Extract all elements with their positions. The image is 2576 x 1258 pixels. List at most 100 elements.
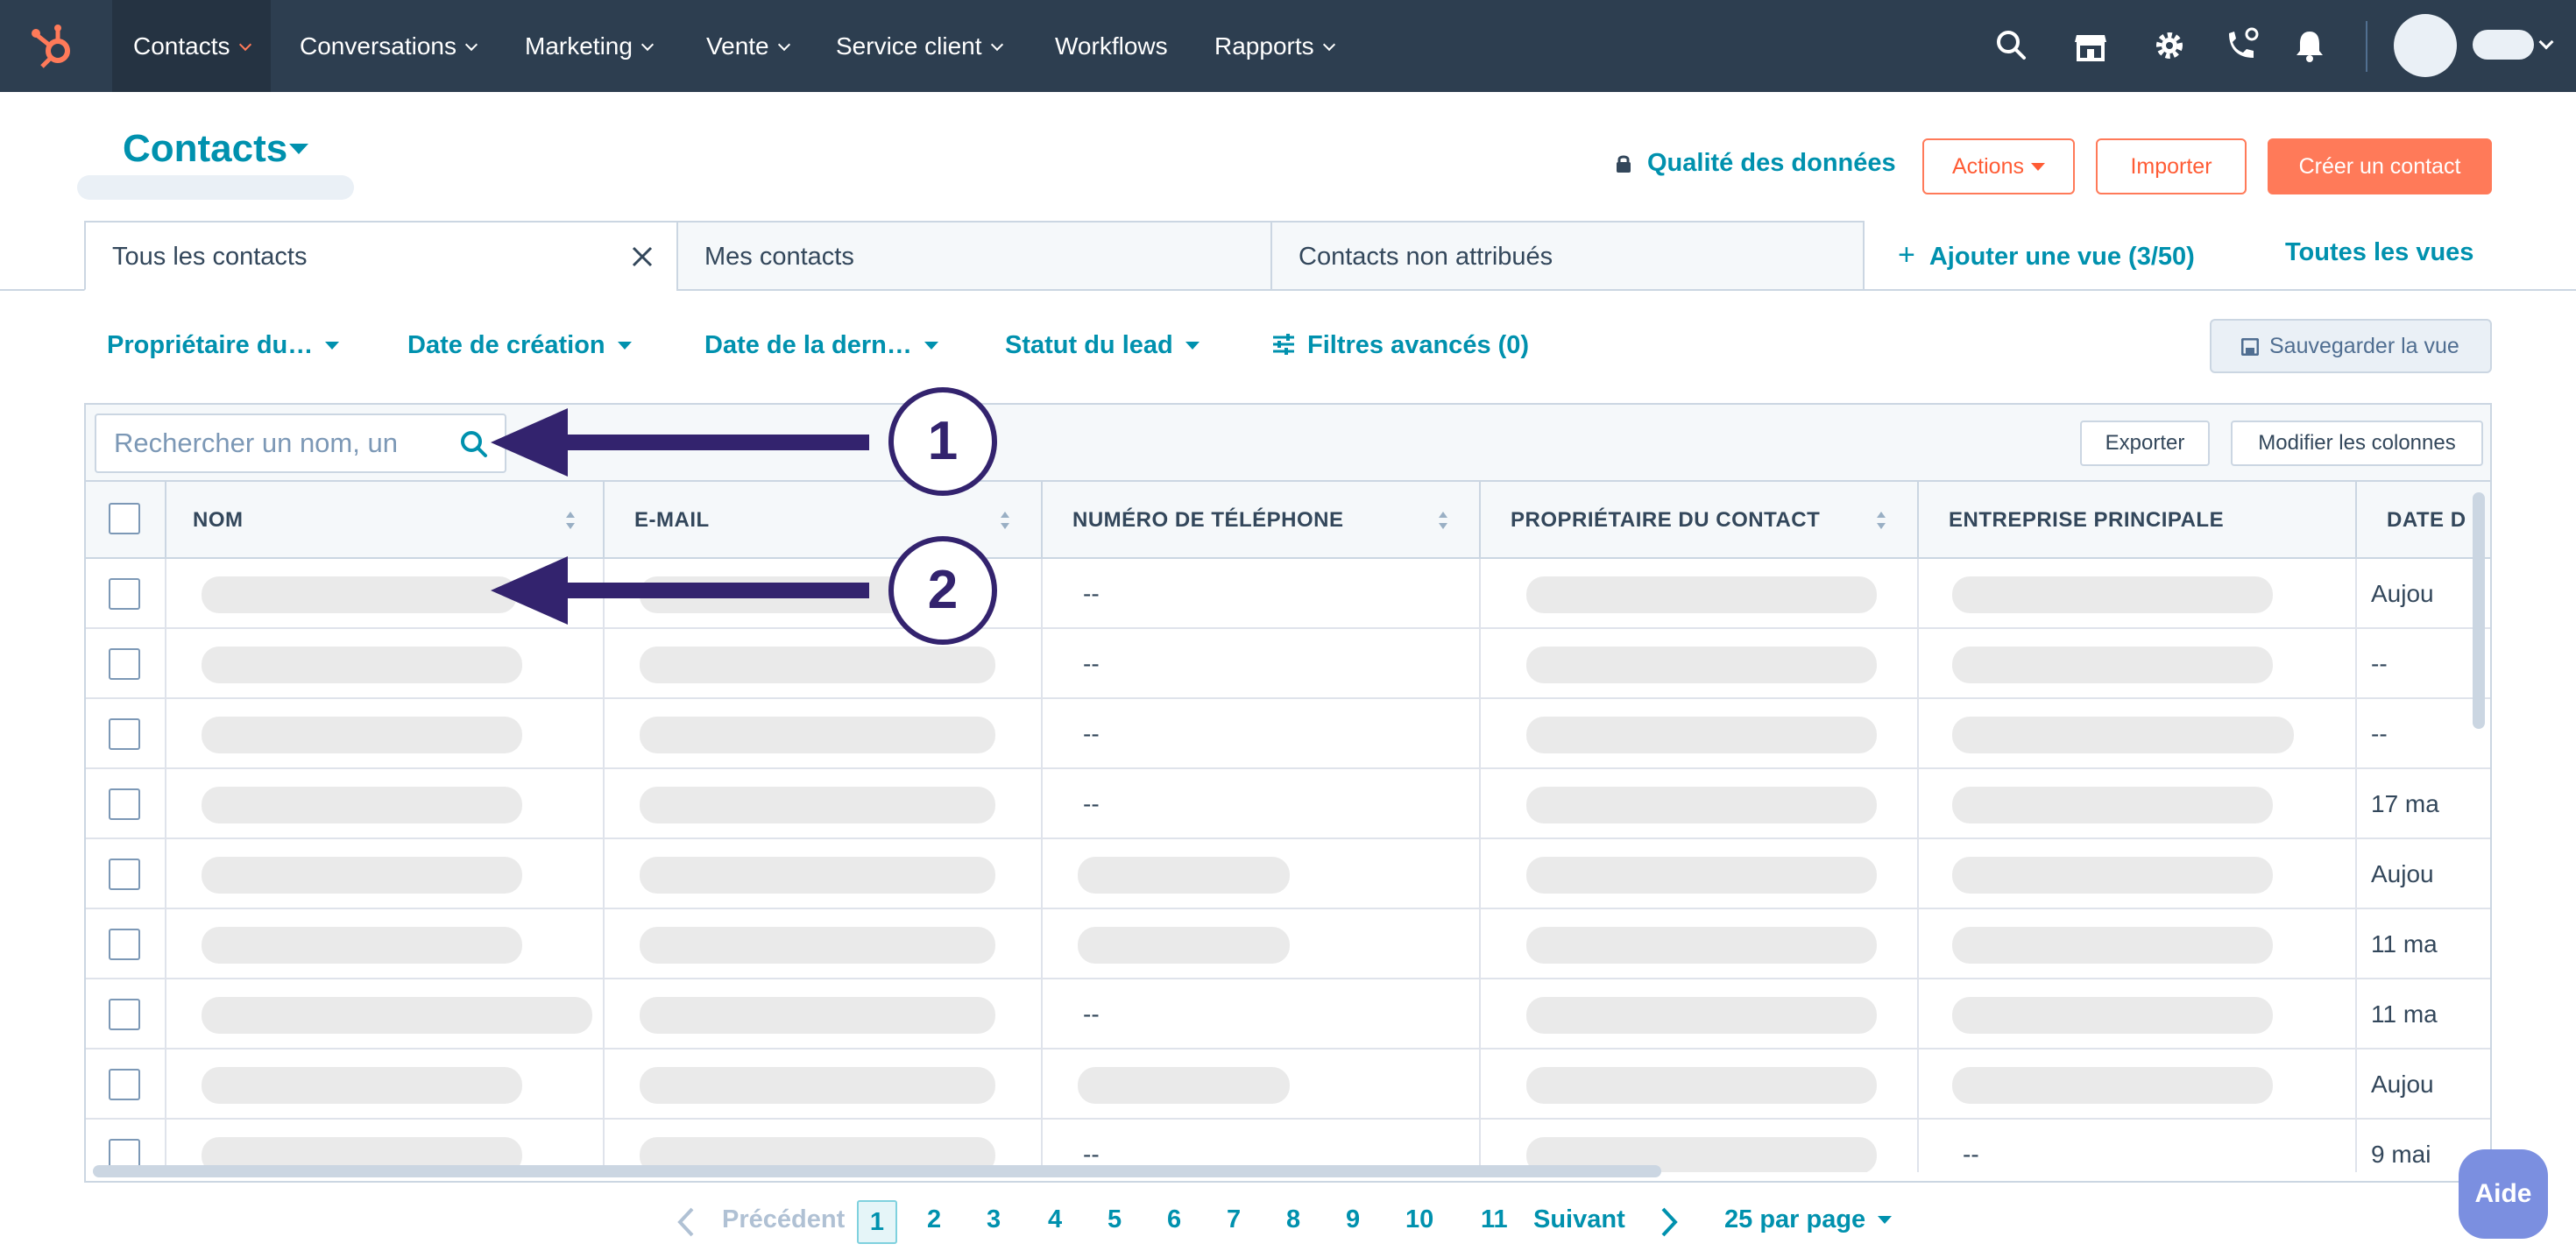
- row-checkbox[interactable]: [109, 1069, 140, 1100]
- page-link[interactable]: 10: [1405, 1205, 1433, 1234]
- marketplace-icon[interactable]: [2071, 26, 2110, 65]
- actions-button[interactable]: Actions: [1922, 138, 2075, 194]
- column-header-name[interactable]: NOM: [166, 482, 605, 559]
- nav-vente[interactable]: Vente: [685, 0, 810, 92]
- name-placeholder[interactable]: [202, 927, 522, 964]
- page-link[interactable]: 3: [987, 1205, 1001, 1234]
- filter-contact-owner[interactable]: Propriétaire du…: [107, 331, 340, 360]
- email-placeholder[interactable]: [640, 927, 995, 964]
- scrollbar-thumb[interactable]: [93, 1165, 1661, 1177]
- email-placeholder[interactable]: [640, 787, 995, 823]
- tab-all-contacts[interactable]: Tous les contacts: [84, 221, 678, 291]
- previous-page-button[interactable]: Précédent: [722, 1205, 845, 1234]
- all-views-link[interactable]: Toutes les vues: [2285, 238, 2473, 267]
- page-current[interactable]: 1: [857, 1200, 897, 1244]
- nav-workflows[interactable]: Workflows: [1034, 0, 1189, 92]
- chevron-right-icon[interactable]: [1656, 1205, 1681, 1239]
- caret-down-icon[interactable]: [289, 144, 308, 154]
- name-placeholder[interactable]: [202, 717, 522, 753]
- table-row[interactable]: -- 17 ma: [86, 769, 2490, 839]
- calling-icon[interactable]: [2222, 26, 2261, 65]
- settings-icon[interactable]: [2150, 26, 2189, 65]
- column-header-email[interactable]: E-MAIL: [605, 482, 1043, 559]
- close-icon[interactable]: [631, 245, 654, 268]
- scrollbar-thumb[interactable]: [2473, 492, 2485, 729]
- notifications-icon[interactable]: [2290, 26, 2329, 65]
- sort-icon[interactable]: [564, 508, 577, 533]
- row-checkbox[interactable]: [109, 718, 140, 750]
- company-placeholder[interactable]: [1952, 857, 2273, 894]
- sort-icon[interactable]: [1437, 508, 1449, 533]
- help-button[interactable]: Aide: [2459, 1149, 2548, 1239]
- row-checkbox[interactable]: [109, 788, 140, 820]
- name-placeholder[interactable]: [202, 997, 592, 1034]
- company-placeholder[interactable]: [1952, 997, 2273, 1034]
- column-header-phone[interactable]: NUMÉRO DE TÉLÉPHONE: [1043, 482, 1481, 559]
- data-quality-link[interactable]: Qualité des données: [1614, 149, 1896, 178]
- nav-service-client[interactable]: Service client: [815, 0, 1023, 92]
- name-placeholder[interactable]: [202, 857, 522, 894]
- sort-icon[interactable]: [1875, 508, 1887, 533]
- company-placeholder[interactable]: [1952, 927, 2273, 964]
- table-row[interactable]: Aujou: [86, 839, 2490, 909]
- name-placeholder[interactable]: [202, 1067, 522, 1104]
- table-row[interactable]: Aujou: [86, 1050, 2490, 1120]
- page-link[interactable]: 4: [1048, 1205, 1062, 1234]
- email-placeholder[interactable]: [640, 717, 995, 753]
- save-view-button[interactable]: Sauvegarder la vue: [2210, 319, 2492, 373]
- search-box[interactable]: [95, 413, 506, 473]
- column-header-date[interactable]: DATE D: [2357, 482, 2490, 559]
- horizontal-scrollbar[interactable]: [93, 1165, 2467, 1177]
- export-button[interactable]: Exporter: [2080, 421, 2210, 466]
- add-view-button[interactable]: + Ajouter une vue (3/50): [1898, 238, 2195, 272]
- page-link[interactable]: 5: [1108, 1205, 1122, 1234]
- hubspot-logo-icon[interactable]: [28, 21, 81, 74]
- table-row[interactable]: -- 11 ma: [86, 979, 2490, 1050]
- next-page-button[interactable]: Suivant: [1533, 1205, 1625, 1234]
- email-placeholder[interactable]: [640, 997, 995, 1034]
- name-placeholder[interactable]: [202, 647, 522, 683]
- page-link[interactable]: 2: [927, 1205, 941, 1234]
- edit-columns-button[interactable]: Modifier les colonnes: [2231, 421, 2483, 466]
- company-placeholder[interactable]: [1952, 1067, 2273, 1104]
- search-icon[interactable]: [459, 429, 489, 459]
- row-checkbox[interactable]: [109, 859, 140, 890]
- table-row[interactable]: -- Aujou: [86, 559, 2490, 629]
- page-link[interactable]: 11: [1481, 1205, 1508, 1234]
- name-placeholder[interactable]: [202, 576, 517, 613]
- email-placeholder[interactable]: [640, 647, 995, 683]
- page-link[interactable]: 7: [1227, 1205, 1241, 1234]
- company-placeholder[interactable]: [1952, 576, 2273, 613]
- nav-contacts[interactable]: Contacts: [112, 0, 271, 92]
- table-row[interactable]: 11 ma: [86, 909, 2490, 979]
- company-placeholder[interactable]: [1952, 647, 2273, 683]
- nav-marketing[interactable]: Marketing: [504, 0, 673, 92]
- row-checkbox[interactable]: [109, 578, 140, 610]
- filter-create-date[interactable]: Date de création: [407, 331, 632, 360]
- account-menu[interactable]: [2473, 30, 2534, 60]
- column-header-contact-owner[interactable]: PROPRIÉTAIRE DU CONTACT: [1481, 482, 1919, 559]
- page-link[interactable]: 9: [1346, 1205, 1360, 1234]
- search-input[interactable]: [96, 415, 456, 471]
- create-contact-button[interactable]: Créer un contact: [2268, 138, 2492, 194]
- table-row[interactable]: -- -- 9 mai: [86, 1120, 2490, 1172]
- import-button[interactable]: Importer: [2096, 138, 2247, 194]
- nav-conversations[interactable]: Conversations: [279, 0, 497, 92]
- filter-lead-status[interactable]: Statut du lead: [1005, 331, 1200, 360]
- row-checkbox[interactable]: [109, 648, 140, 680]
- column-header-primary-company[interactable]: ENTREPRISE PRINCIPALE: [1919, 482, 2357, 559]
- email-placeholder[interactable]: [640, 857, 995, 894]
- nav-rapports[interactable]: Rapports: [1193, 0, 1355, 92]
- vertical-scrollbar[interactable]: [2473, 492, 2485, 1132]
- email-placeholder[interactable]: [640, 1067, 995, 1104]
- page-link[interactable]: 8: [1286, 1205, 1300, 1234]
- per-page-dropdown[interactable]: 25 par page: [1724, 1205, 1893, 1234]
- page-title[interactable]: Contacts: [123, 127, 287, 171]
- row-checkbox[interactable]: [109, 999, 140, 1030]
- select-all-checkbox[interactable]: [109, 503, 140, 534]
- company-placeholder[interactable]: [1952, 787, 2273, 823]
- page-link[interactable]: 6: [1167, 1205, 1181, 1234]
- tab-unassigned-contacts[interactable]: Contacts non attribués: [1270, 221, 1865, 291]
- table-row[interactable]: -- --: [86, 699, 2490, 769]
- filter-last-activity-date[interactable]: Date de la dern…: [704, 331, 938, 360]
